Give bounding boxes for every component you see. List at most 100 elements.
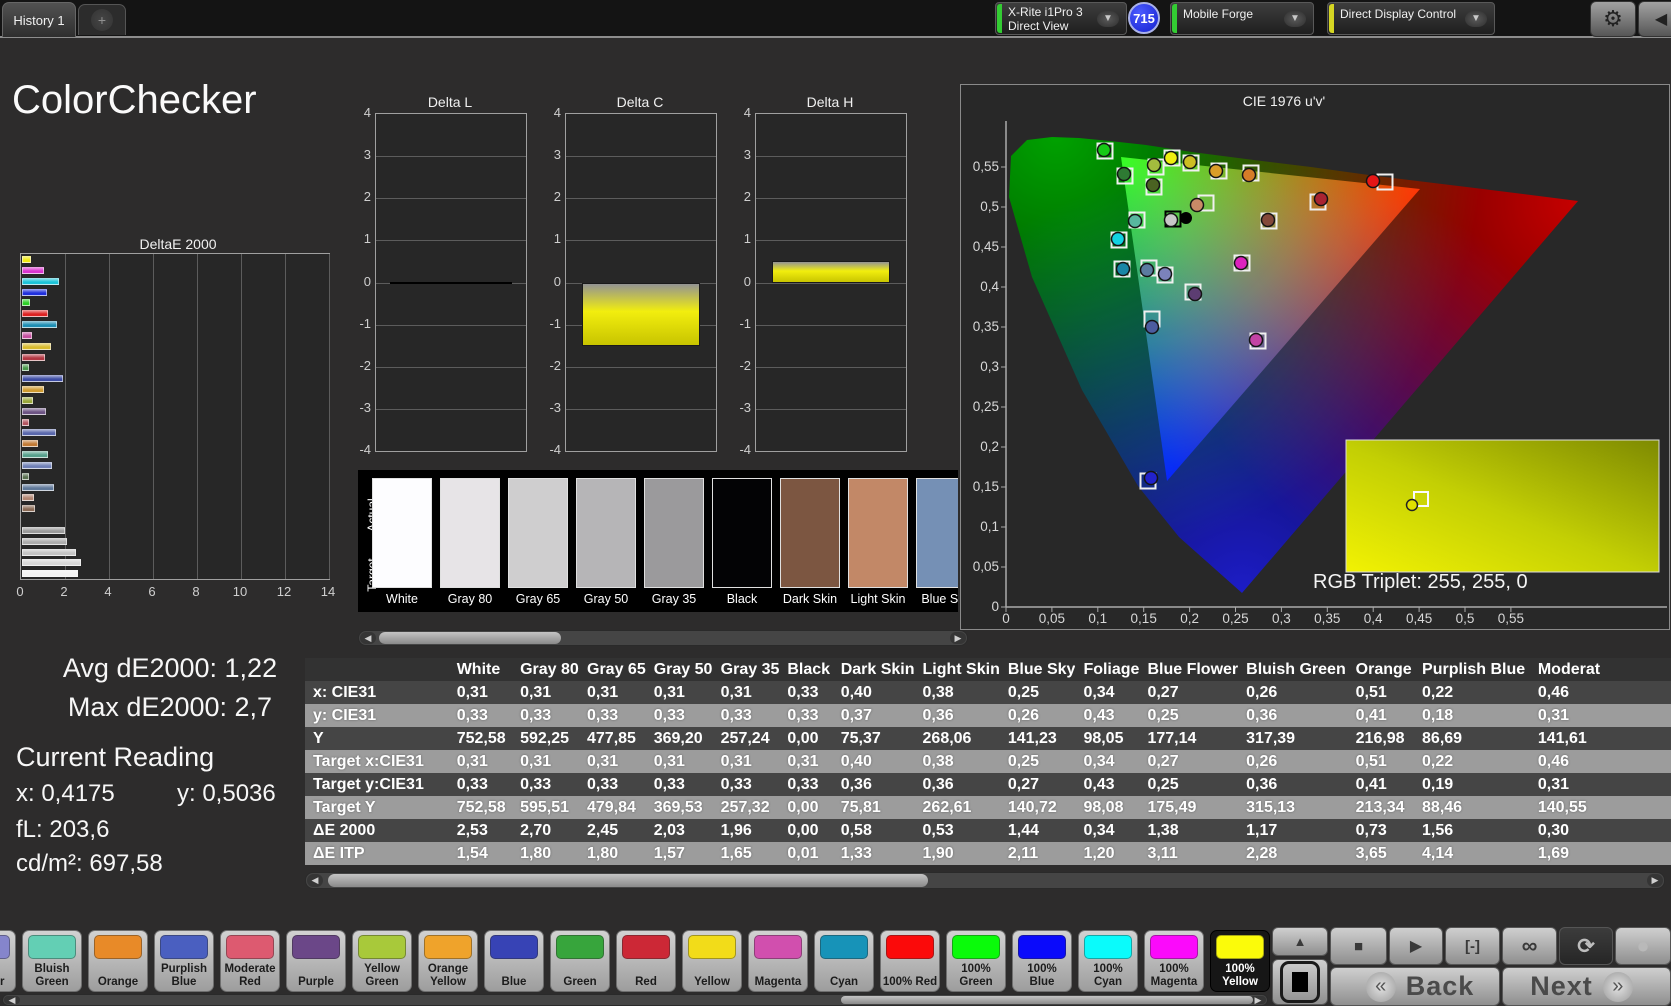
table-cell: 2,03 <box>645 819 713 842</box>
scroll-left-arrow[interactable]: ◀ <box>307 874 323 887</box>
settings-button[interactable]: ⚙ <box>1590 1 1636 37</box>
scroll-left-arrow[interactable]: ◀ <box>360 632 376 644</box>
grid-line <box>241 254 242 579</box>
scroll-right-arrow[interactable]: ▶ <box>1647 874 1663 887</box>
patch-row-scrollbar[interactable]: ◀ ▶ <box>2 994 1268 1006</box>
column-header-dark-skin: Dark Skin <box>832 658 915 681</box>
delta-chart-title: Delta C <box>616 94 664 110</box>
window-pattern-button[interactable] <box>1272 959 1328 1005</box>
column-header-moderat: Moderat <box>1529 658 1671 681</box>
play-button[interactable]: ▶ <box>1389 927 1443 965</box>
table-cell: 0,58 <box>832 819 915 842</box>
delta-chart-delta-l: Delta L 4 3 2 1 0 -1 -2 -3 -4 <box>359 94 527 471</box>
table-cell: 1,33 <box>832 842 915 865</box>
deltae-bar-green <box>22 364 29 372</box>
y-tick-label: -1 <box>549 315 561 331</box>
table-cell: 0,43 <box>1075 704 1140 727</box>
table-cell: 141,23 <box>999 727 1076 750</box>
patch-button-100-blue[interactable]: 100% Blue <box>1012 930 1072 992</box>
stop-button[interactable]: ■ <box>1330 927 1387 965</box>
read-button[interactable]: ● <box>1615 927 1671 965</box>
column-header-bluish-green: Bluish Green <box>1238 658 1348 681</box>
chevron-down-icon[interactable]: ▼ <box>1465 11 1487 27</box>
patch-button-100-green[interactable]: 100% Green <box>946 930 1006 992</box>
y-tick-label: 3 <box>743 147 751 163</box>
continuous-read-button[interactable]: ∞ <box>1502 927 1557 965</box>
scroll-thumb[interactable] <box>841 996 1253 1004</box>
next-button[interactable]: Next » <box>1502 967 1671 1006</box>
chevron-down-icon[interactable]: ▼ <box>1097 11 1119 27</box>
patch-button-cyan[interactable]: Cyan <box>814 930 874 992</box>
meter-dropdown[interactable]: X-Rite i1Pro 3 Direct View ▼ <box>995 2 1127 35</box>
patch-button-moderate-red[interactable]: Moderate Red <box>220 930 280 992</box>
scroll-thumb[interactable] <box>328 874 928 887</box>
patch-color-swatch <box>1084 935 1132 959</box>
deltae-bar-yellow <box>22 342 51 350</box>
swatch-white <box>372 478 432 588</box>
grid-line <box>329 254 330 579</box>
table-cell: 477,85 <box>579 727 646 750</box>
collapse-panel-button[interactable]: ◀ <box>1638 1 1671 37</box>
delta-plot <box>565 113 717 452</box>
table-cell: 0,22 <box>1414 681 1530 704</box>
patch-button-yellow-green[interactable]: Yellow Green <box>352 930 412 992</box>
patch-button-red[interactable]: Red <box>616 930 676 992</box>
scroll-right-arrow[interactable]: ▶ <box>950 632 966 644</box>
swatch-strip-scrollbar[interactable]: ◀ ▶ <box>358 630 968 646</box>
page-title: ColorChecker <box>12 78 257 122</box>
table-cell: 3,11 <box>1139 842 1239 865</box>
deltae-bar-gray-35 <box>22 526 66 534</box>
scroll-up-button[interactable]: ▲ <box>1272 927 1328 956</box>
patch-button-blue-flower[interactable]: BlueFlower <box>0 930 16 992</box>
grid-line <box>566 366 716 368</box>
patch-button-magenta[interactable]: Magenta <box>748 930 808 992</box>
table-cell: 0,36 <box>1238 704 1348 727</box>
pattern-size-button[interactable]: [-] <box>1445 927 1500 965</box>
patch-button-blue[interactable]: Blue <box>484 930 544 992</box>
table-cell: 2,45 <box>579 819 646 842</box>
tab-history-1[interactable]: History 1 <box>2 2 76 37</box>
patch-button-green[interactable]: Green <box>550 930 610 992</box>
patch-button-purple[interactable]: Purple <box>286 930 346 992</box>
table-cell: 216,98 <box>1347 727 1415 750</box>
table-cell: 1,38 <box>1139 819 1239 842</box>
back-button[interactable]: « Back <box>1330 967 1500 1006</box>
deltae-bar-red <box>22 353 46 361</box>
patch-button-100-red[interactable]: 100% Red <box>880 930 940 992</box>
patch-button-100-cyan[interactable]: 100% Cyan <box>1078 930 1138 992</box>
table-cell: 0,36 <box>914 704 1000 727</box>
calman-window: History 1 + X-Rite i1Pro 3 Direct View ▼… <box>0 0 1671 1006</box>
y-tick-label: 0 <box>363 273 371 289</box>
scroll-left-arrow[interactable]: ◀ <box>4 995 20 1005</box>
luminance-badge[interactable]: 715 <box>1128 2 1160 34</box>
table-cell: 0,34 <box>1075 819 1140 842</box>
scroll-thumb[interactable] <box>379 632 561 644</box>
table-cell: 0,25 <box>1139 773 1239 796</box>
grid-line <box>756 366 906 368</box>
grid-line <box>756 198 906 200</box>
chevron-down-icon[interactable]: ▼ <box>1284 11 1306 27</box>
patch-button-yellow[interactable]: Yellow <box>682 930 742 992</box>
patch-button-orange[interactable]: Orange <box>88 930 148 992</box>
patch-button-orange-yellow[interactable]: Orange Yellow <box>418 930 478 992</box>
patch-button-purplish-blue[interactable]: Purplish Blue <box>154 930 214 992</box>
display-control-dropdown[interactable]: Direct Display Control ▼ <box>1327 2 1495 35</box>
patch-button-100-magenta[interactable]: 100% Magenta <box>1144 930 1204 992</box>
table-cell: 0,51 <box>1347 750 1415 773</box>
pattern-source-dropdown[interactable]: Mobile Forge ▼ <box>1170 2 1314 35</box>
plus-icon: + <box>91 9 113 31</box>
patch-button-bluish-green[interactable]: Bluish Green <box>22 930 82 992</box>
x-tick-label: 10 <box>232 584 248 599</box>
table-cell: 88,46 <box>1414 796 1530 819</box>
deltae-bar-white <box>22 570 78 578</box>
table-cell: 0,33 <box>512 773 579 796</box>
patch-button-100-yellow[interactable]: 100% Yellow <box>1210 930 1270 992</box>
cie-x-tick-label: 0,55 <box>1497 611 1525 626</box>
table-scrollbar[interactable]: ◀ ▶ <box>305 872 1665 889</box>
swatch-label: White <box>386 592 418 606</box>
meter-name: X-Rite i1Pro 3 <box>1008 5 1083 19</box>
patch-color-swatch <box>490 935 538 959</box>
add-tab-button[interactable]: + <box>78 4 126 35</box>
refresh-button[interactable]: ⟳ <box>1559 927 1613 965</box>
table-cell: 0,31 <box>645 681 713 704</box>
